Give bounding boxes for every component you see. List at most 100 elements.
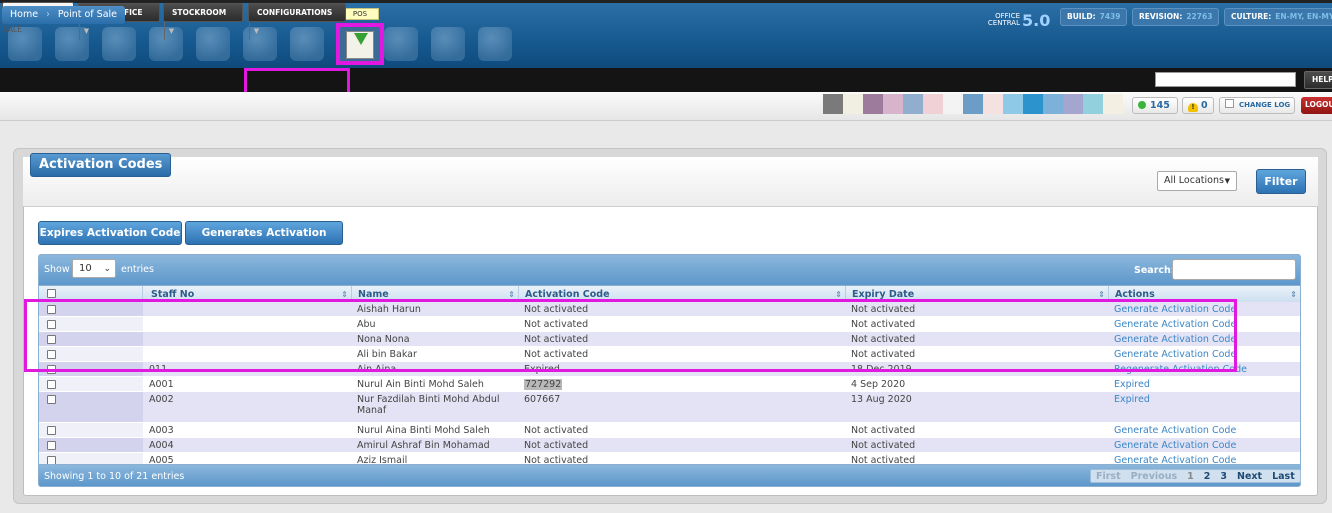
revision-info: REVISION: 22763 <box>1132 8 1220 26</box>
theme-swatch[interactable] <box>943 94 963 114</box>
show-label: Show <box>44 264 70 275</box>
pager-last[interactable]: Last <box>1267 470 1300 482</box>
sort-icon: ⇕ <box>1290 290 1297 299</box>
cell-action-link[interactable]: Expired <box>1114 392 1150 407</box>
breadcrumb-current[interactable]: Point of Sale <box>50 6 125 24</box>
activation-code-value: Not activated <box>524 440 589 451</box>
theme-swatch[interactable] <box>823 94 843 114</box>
entries-label: entries <box>121 264 154 275</box>
pagination: First Previous 1 2 3 Next Last <box>1090 469 1301 483</box>
cell-action-link[interactable]: Generate Activation Code <box>1114 423 1236 438</box>
cell-activation-code: Not activated <box>524 423 588 438</box>
table-row[interactable]: A001 Nurul Ain Binti Mohd Saleh 727292 4 Se… <box>39 377 1300 392</box>
pager-page-2[interactable]: 2 <box>1199 470 1216 482</box>
pager-first[interactable]: First <box>1091 470 1126 482</box>
document-edit-icon[interactable] <box>196 27 230 61</box>
theme-swatch[interactable] <box>903 94 923 114</box>
expires-activation-code-button[interactable]: Expires Activation Code <box>38 221 182 245</box>
change-log-button[interactable]: CHANGE LOG <box>1219 97 1295 114</box>
status-dot-icon <box>1138 101 1146 109</box>
chevron-down-icon[interactable]: ▼ <box>164 22 178 40</box>
pager-next[interactable]: Next <box>1232 470 1267 482</box>
cell-activation-code: 607667 <box>524 392 560 407</box>
cell-name: Amirul Ashraf Bin Mohamad <box>357 440 490 451</box>
theme-swatch[interactable] <box>983 94 1003 114</box>
cell-expiry-date: Not activated <box>851 440 916 451</box>
theme-swatch[interactable] <box>1083 94 1103 114</box>
warning-icon: ! <box>1188 103 1198 112</box>
theme-swatch[interactable] <box>1023 94 1043 114</box>
cell-name: Nur Fazdilah Binti Mohd Abdul Manaf <box>357 394 500 416</box>
table-row[interactable]: A004 Amirul Ashraf Bin Mohamad Not activat… <box>39 438 1300 453</box>
activation-code-value: Not activated <box>524 425 589 436</box>
notepad-icon[interactable] <box>431 27 465 61</box>
table-row[interactable]: A002 Nur Fazdilah Binti Mohd Abdul Manaf 6… <box>39 392 1300 423</box>
global-search-input[interactable] <box>1155 72 1296 87</box>
filter-button[interactable]: Filter <box>1256 169 1306 194</box>
activation-code-value: 727292 <box>524 379 563 390</box>
cell-staff-no: A001 <box>149 379 174 390</box>
chat-icon[interactable] <box>290 27 324 61</box>
pager-previous[interactable]: Previous <box>1126 470 1182 482</box>
cell-action-link[interactable]: Expired <box>1114 377 1150 392</box>
display-icon[interactable] <box>478 27 512 61</box>
generates-activation-code-button[interactable]: Generates Activation Code <box>185 221 343 261</box>
pos-tooltip: POS <box>341 8 379 20</box>
pager-page-3[interactable]: 3 <box>1215 470 1232 482</box>
warnings-badge[interactable]: ! 0 <box>1182 97 1214 114</box>
page-title: Activation Codes <box>30 153 172 177</box>
theme-swatch[interactable] <box>1043 94 1063 114</box>
theme-swatch[interactable] <box>863 94 883 114</box>
row-select-cell <box>39 377 143 391</box>
breadcrumb: Home › Point of Sale <box>2 6 125 24</box>
tab-configurations[interactable]: CONFIGURATIONS▼ <box>248 3 346 40</box>
table-search-input[interactable] <box>1172 259 1296 280</box>
theme-swatch[interactable] <box>843 94 863 114</box>
panel-header <box>23 157 1318 207</box>
cell-expiry-date: 13 Aug 2020 <box>851 394 912 405</box>
page-length-select[interactable]: 10 ⌄ <box>72 259 116 278</box>
cell-action-link[interactable]: Generate Activation Code <box>1114 438 1236 453</box>
row-checkbox[interactable] <box>47 426 56 435</box>
select-all-checkbox[interactable] <box>47 289 56 298</box>
theme-swatch[interactable] <box>1003 94 1023 114</box>
version-label: OFFICE CENTRAL 5.0 <box>987 11 1051 30</box>
cell-expiry-date: 4 Sep 2020 <box>851 379 906 390</box>
activation-code-value: 607667 <box>524 394 561 405</box>
chevron-down-icon[interactable]: ▼ <box>79 22 93 40</box>
theme-swatch[interactable] <box>1063 94 1083 114</box>
row-checkbox[interactable] <box>47 441 56 450</box>
cell-staff-no: A002 <box>149 394 174 405</box>
breadcrumb-home[interactable]: Home <box>2 6 46 24</box>
search-label: Search: <box>1134 265 1175 276</box>
location-select[interactable]: All Locations ▼ <box>1157 171 1237 191</box>
info-icon[interactable] <box>384 27 418 61</box>
pager-page-1[interactable]: 1 <box>1182 470 1199 482</box>
row-select-cell <box>39 423 143 437</box>
culture-info: CULTURE: EN-MY, EN-MY <box>1224 8 1332 26</box>
notifications-badge[interactable]: 145 <box>1132 97 1178 114</box>
row-checkbox[interactable] <box>47 395 56 404</box>
table-toolbar: Show entries Search: <box>38 254 1301 286</box>
row-checkbox[interactable] <box>47 380 56 389</box>
build-info: BUILD: 7439 <box>1060 8 1128 26</box>
cell-staff-no: A003 <box>149 425 174 436</box>
mail-icon[interactable] <box>102 27 136 61</box>
cell-activation-code: Not activated <box>524 438 588 453</box>
help-button[interactable]: HELP <box>1304 71 1332 89</box>
theme-swatches <box>823 94 1123 114</box>
theme-swatch[interactable] <box>1103 94 1123 114</box>
cell-name: Nurul Aina Binti Mohd Saleh <box>357 425 490 436</box>
chevron-down-icon[interactable]: ▼ <box>249 22 263 40</box>
table-info: Showing 1 to 10 of 21 entries <box>44 471 185 482</box>
theme-swatch[interactable] <box>923 94 943 114</box>
rows-highlight <box>24 299 1237 372</box>
pos-icon[interactable] <box>336 23 384 65</box>
theme-swatch[interactable] <box>963 94 983 114</box>
table-row[interactable]: A003 Nurul Aina Binti Mohd Saleh Not activ… <box>39 423 1300 438</box>
main-menu <box>0 68 1332 92</box>
logout-button[interactable]: LOGOUT <box>1301 97 1332 114</box>
tab-stockroom[interactable]: STOCKROOM▼ <box>163 3 243 40</box>
theme-swatch[interactable] <box>883 94 903 114</box>
cell-activation-code: 727292 <box>524 377 563 392</box>
